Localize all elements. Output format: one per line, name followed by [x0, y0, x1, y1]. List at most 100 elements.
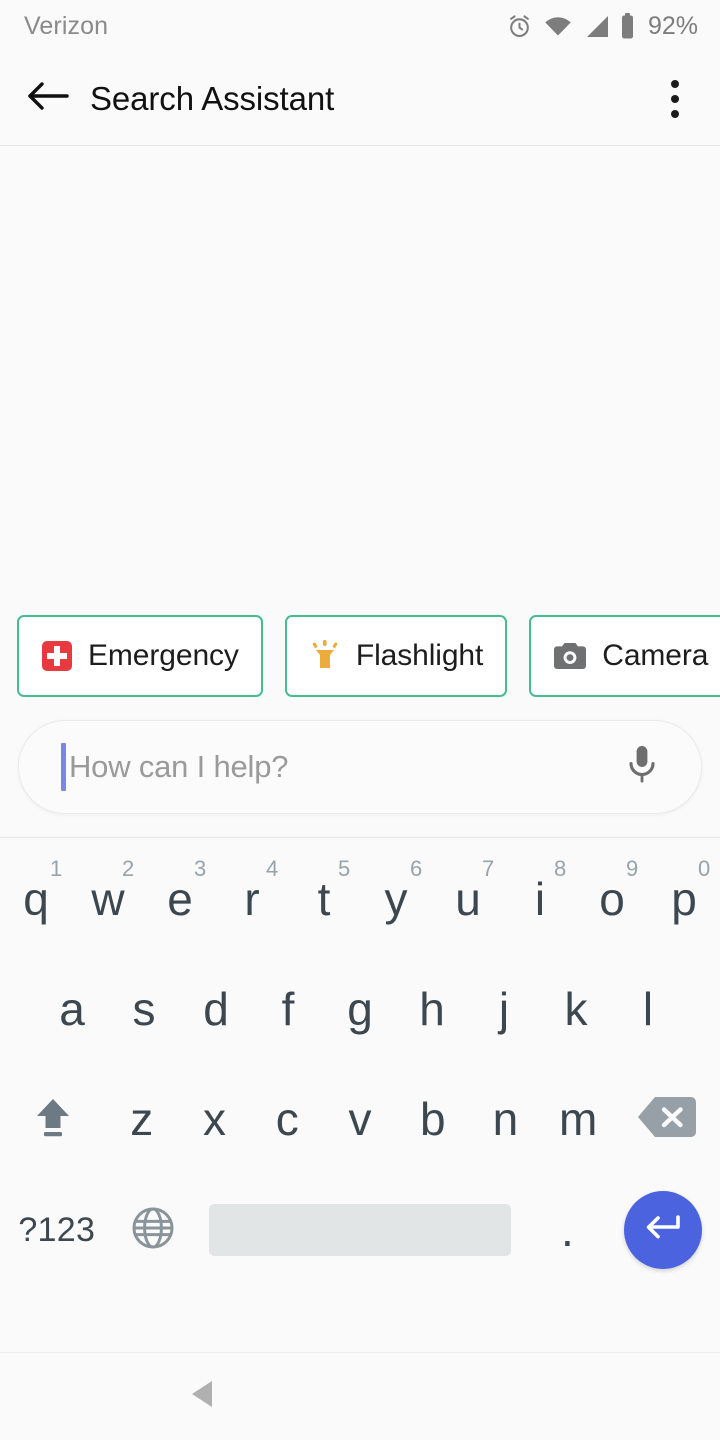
key-z[interactable]: z — [105, 1064, 178, 1174]
battery-percent-label: 92% — [647, 11, 698, 40]
key-label: u — [455, 873, 481, 925]
key-q[interactable]: 1q — [0, 844, 72, 954]
system-navigation-bar — [0, 1352, 720, 1440]
search-placeholder: How can I help? — [69, 749, 289, 784]
key-label: d — [203, 983, 229, 1035]
key-label: k — [564, 983, 588, 1035]
overflow-menu-button[interactable] — [650, 71, 700, 127]
key-e[interactable]: 3e — [144, 844, 216, 954]
language-switch-key[interactable] — [113, 1174, 191, 1286]
key-label: x — [203, 1093, 227, 1145]
voice-input-button[interactable] — [611, 736, 673, 798]
key-number-hint: 9 — [626, 856, 639, 881]
key-label: y — [384, 873, 408, 925]
cellular-signal-icon — [583, 15, 609, 38]
enter-key-circle — [624, 1191, 703, 1269]
key-number-hint: 0 — [698, 856, 711, 881]
enter-key[interactable] — [607, 1191, 720, 1269]
key-l[interactable]: l — [612, 954, 684, 1064]
key-label: p — [671, 873, 697, 925]
keyboard-row-4: ?123 . — [0, 1174, 720, 1286]
shift-key[interactable] — [0, 1064, 105, 1174]
key-label: h — [419, 983, 445, 1035]
page-title: Search Assistant — [90, 79, 335, 117]
key-label: . — [561, 1204, 574, 1256]
key-label: n — [492, 1093, 519, 1145]
key-f[interactable]: f — [252, 954, 324, 1064]
key-label: j — [498, 983, 510, 1035]
search-bar-container: How can I help? — [0, 697, 720, 837]
phone-screen: Verizon 92% Search Assistant Emergency F… — [0, 0, 720, 1440]
key-label: g — [347, 983, 373, 1035]
key-b[interactable]: b — [396, 1064, 469, 1174]
period-key[interactable]: . — [528, 1174, 606, 1286]
key-number-hint: 6 — [410, 856, 423, 881]
search-input[interactable]: How can I help? — [18, 720, 702, 814]
key-k[interactable]: k — [540, 954, 612, 1064]
key-label: c — [275, 1093, 299, 1145]
chip-flashlight[interactable]: Flashlight — [284, 615, 508, 697]
key-i[interactable]: 8i — [504, 844, 576, 954]
on-screen-keyboard: 1q 2w 3e 4r 5t 6y 7u 8i 9o 0p a s d f g … — [0, 837, 720, 1352]
key-number-hint: 1 — [50, 856, 63, 881]
key-label: q — [23, 873, 49, 925]
key-number-hint: 7 — [482, 856, 495, 881]
key-label: o — [599, 873, 625, 925]
keyboard-row-1: 1q 2w 3e 4r 5t 6y 7u 8i 9o 0p — [0, 844, 720, 954]
nav-back-button[interactable] — [190, 1379, 216, 1414]
key-number-hint: 5 — [338, 856, 351, 881]
back-button[interactable] — [22, 73, 74, 125]
conversation-area — [0, 146, 720, 615]
key-y[interactable]: 6y — [360, 844, 432, 954]
key-j[interactable]: j — [468, 954, 540, 1064]
key-u[interactable]: 7u — [432, 844, 504, 954]
more-dot — [671, 79, 679, 88]
space-key[interactable] — [192, 1204, 529, 1256]
key-label: v — [348, 1093, 372, 1145]
more-dot — [671, 109, 679, 118]
chip-camera[interactable]: Camera — [529, 615, 720, 697]
enter-icon — [640, 1208, 686, 1253]
flashlight-icon — [309, 639, 341, 673]
key-t[interactable]: 5t — [288, 844, 360, 954]
key-label: i — [534, 873, 546, 925]
status-icon-group: 92% — [506, 12, 698, 41]
backspace-key[interactable] — [615, 1095, 720, 1144]
symbols-key[interactable]: ?123 — [0, 1174, 113, 1286]
wifi-icon — [544, 15, 572, 37]
backspace-icon — [637, 1095, 697, 1144]
key-n[interactable]: n — [469, 1064, 542, 1174]
key-h[interactable]: h — [396, 954, 468, 1064]
key-m[interactable]: m — [542, 1064, 615, 1174]
key-v[interactable]: v — [324, 1064, 397, 1174]
key-label: b — [419, 1093, 446, 1145]
key-g[interactable]: g — [324, 954, 396, 1064]
camera-icon — [553, 641, 587, 671]
key-label: e — [167, 873, 193, 925]
quick-action-chips: Emergency Flashlight Camera — [0, 615, 720, 697]
chip-emergency[interactable]: Emergency — [17, 615, 263, 697]
key-label: w — [91, 873, 125, 925]
globe-icon — [130, 1205, 176, 1256]
key-label: s — [132, 983, 156, 1035]
key-a[interactable]: a — [36, 954, 108, 1064]
key-label: l — [642, 983, 654, 1035]
keyboard-row-2: a s d f g h j k l — [0, 954, 720, 1064]
key-label: f — [281, 983, 295, 1035]
key-p[interactable]: 0p — [648, 844, 720, 954]
nav-back-triangle-icon — [190, 1381, 216, 1413]
keyboard-row-3: z x c v b n m — [0, 1064, 720, 1174]
key-r[interactable]: 4r — [216, 844, 288, 954]
chip-label: Flashlight — [355, 639, 484, 672]
key-label: m — [559, 1093, 598, 1145]
microphone-icon — [624, 743, 660, 792]
key-w[interactable]: 2w — [72, 844, 144, 954]
key-number-hint: 4 — [266, 856, 279, 881]
key-d[interactable]: d — [180, 954, 252, 1064]
key-s[interactable]: s — [108, 954, 180, 1064]
key-o[interactable]: 9o — [576, 844, 648, 954]
key-label: r — [244, 873, 260, 925]
key-x[interactable]: x — [178, 1064, 251, 1174]
app-bar: Search Assistant — [0, 52, 720, 146]
key-c[interactable]: c — [251, 1064, 324, 1174]
